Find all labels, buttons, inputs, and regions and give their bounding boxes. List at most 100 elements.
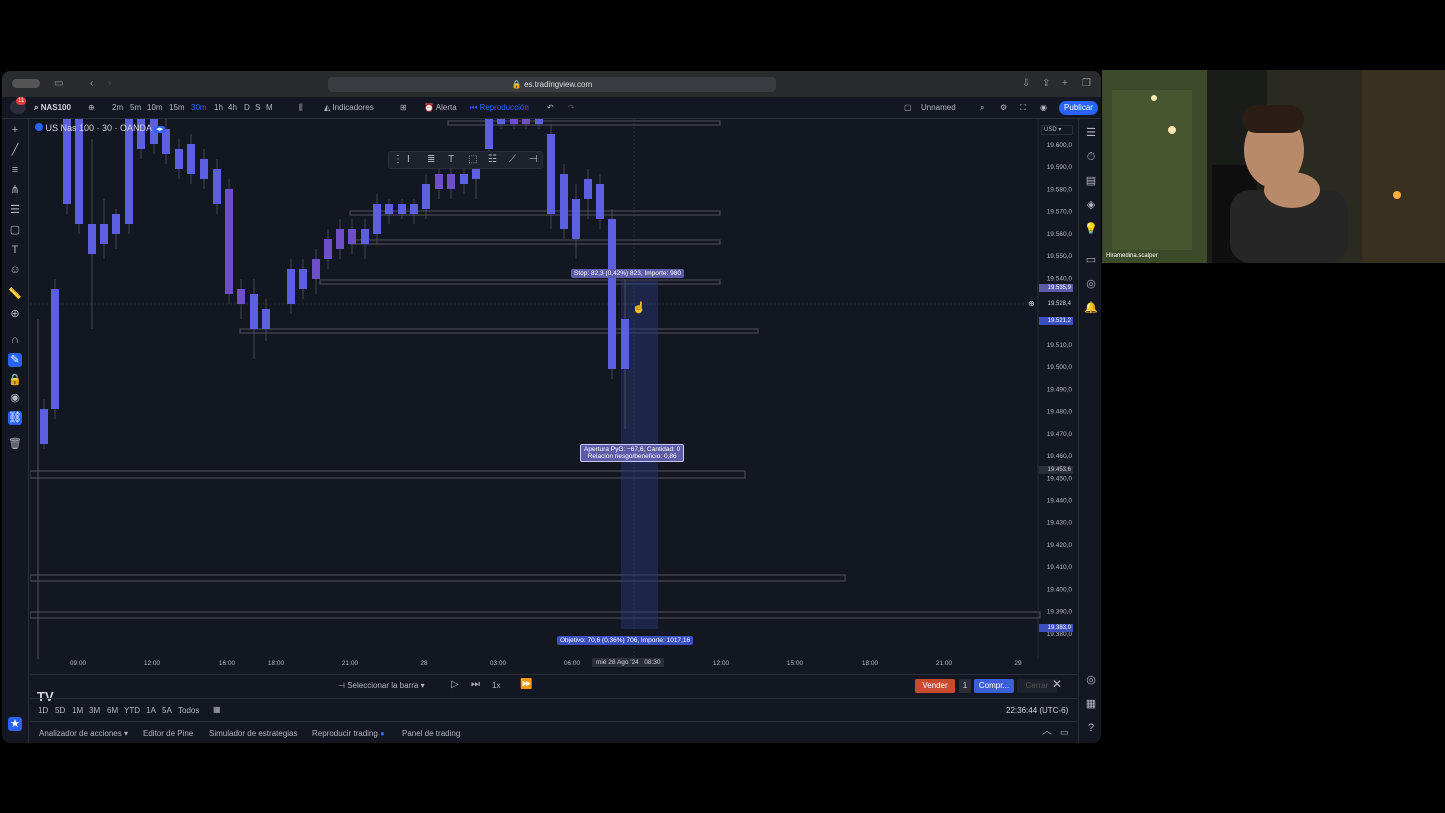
sell-button[interactable]: Vender <box>915 679 955 693</box>
collapse-panel-icon[interactable]: ︿ <box>1042 727 1052 737</box>
select-bar-button[interactable]: ⊣ Seleccionar la barra ▾ <box>338 681 425 691</box>
frame-icon[interactable]: ⬚ <box>468 154 477 165</box>
pitchfork-icon[interactable]: ⋔ <box>8 183 22 197</box>
speed-select[interactable]: 1x <box>492 681 500 691</box>
draw-mode-icon[interactable]: ✎ <box>8 353 22 367</box>
templates-icon[interactable]: ⊞ <box>400 102 407 114</box>
settings-icon[interactable]: ⚙ <box>1000 102 1007 114</box>
lock-icon[interactable]: 🔒 <box>8 373 22 387</box>
sidebar-toggle-icon[interactable]: ▭ <box>54 77 63 91</box>
favorites-icon[interactable]: ★ <box>8 717 22 731</box>
horizontal-lines-icon[interactable]: ≡ <box>8 163 22 177</box>
publish-button[interactable]: Publicar <box>1059 101 1098 115</box>
shapes-icon[interactable]: ▢ <box>8 223 22 237</box>
clock[interactable]: 22:36:44 (UTC-6) <box>1006 706 1068 716</box>
tf-10m[interactable]: 10m <box>147 102 163 114</box>
alerts-clock-icon[interactable]: ⏱ <box>1084 150 1098 164</box>
layers-icon[interactable]: ◈ <box>1084 198 1098 212</box>
range-all[interactable]: Todos <box>178 706 199 716</box>
new-tab-icon[interactable]: + <box>1062 77 1068 91</box>
tabs-overview-icon[interactable]: ❐ <box>1082 77 1091 91</box>
time-axis[interactable]: 09:00 12:00 16:00 18:00 21:00 28 03:00 06:00 12:… <box>70 660 1022 667</box>
tf-m[interactable]: M <box>266 102 273 114</box>
quantity-field[interactable]: 1 <box>959 679 971 693</box>
redo-icon[interactable]: ↷ <box>568 102 575 114</box>
layout-name[interactable]: Unnamed <box>921 102 956 114</box>
currency-select[interactable]: USD ▾ <box>1041 125 1073 135</box>
close-position-button[interactable]: Cerrar <box>1017 679 1057 693</box>
price-chart[interactable]: 19.600,0 19.590,0 19.580,0 19.570,0 19.560,0… <box>30 119 1077 721</box>
traffic-lights[interactable] <box>12 79 40 88</box>
stop-label[interactable]: Stop: 82,3 (0,42%) 823, Importe: 980 <box>571 269 684 278</box>
tf-d[interactable]: D <box>244 102 250 114</box>
line-style-icon[interactable]: ≣ <box>427 154 435 165</box>
alert-button[interactable]: ⏰ Alerta <box>424 102 457 114</box>
tf-4h[interactable]: 4h <box>228 102 237 114</box>
pencil-icon[interactable]: ⟋ <box>509 154 516 165</box>
text-icon[interactable]: T <box>8 243 22 257</box>
settings-lines-icon[interactable]: ☷ <box>488 154 497 165</box>
text-tool-icon[interactable]: T <box>448 154 454 165</box>
streams-icon[interactable]: ◎ <box>1084 277 1098 291</box>
tf-s[interactable]: S <box>255 102 260 114</box>
jump-to-realtime-icon[interactable]: ⏩ <box>520 680 532 690</box>
trendline-icon[interactable]: ╱ <box>8 143 22 157</box>
drag-handle-icon[interactable]: ⋮ <box>393 154 403 165</box>
compare-icon[interactable]: ⊕ <box>88 102 95 114</box>
ideas-icon[interactable]: 💡 <box>1084 222 1098 236</box>
tab-replay-trading[interactable]: Reproducir trading ● <box>312 729 385 739</box>
cursor-icon[interactable]: + <box>8 123 22 137</box>
range-1d[interactable]: 1D <box>38 706 48 716</box>
ruler-icon[interactable]: 📏 <box>8 287 22 301</box>
range-6m[interactable]: 6M <box>107 706 118 716</box>
tf-30m[interactable]: 30m <box>191 102 207 114</box>
target-label[interactable]: Objetivo: 70,6 (0,36%) 706, Importe: 101… <box>557 636 694 645</box>
chart-type-icon[interactable]: ⫼ <box>299 102 303 114</box>
range-1a[interactable]: 1A <box>146 706 156 716</box>
tf-2m[interactable]: 2m <box>112 102 123 114</box>
calendar-icon[interactable]: ▦ <box>1084 697 1098 711</box>
zoom-icon[interactable]: ⊕ <box>8 307 22 321</box>
step-forward-icon[interactable]: ⏭ <box>471 680 480 690</box>
symbol-search[interactable]: ⌕ NAS100 <box>34 102 71 114</box>
fib-icon[interactable]: ☰ <box>8 203 22 217</box>
goto-date-icon[interactable]: ▦ <box>213 705 221 715</box>
range-1m[interactable]: 1M <box>72 706 83 716</box>
play-icon[interactable]: ▷ <box>451 680 459 690</box>
target-icon[interactable]: ◎ <box>1084 673 1098 687</box>
more-icon[interactable]: ⊣ <box>529 154 538 165</box>
address-bar[interactable]: 🔒 es.tradingview.com <box>328 77 776 92</box>
range-5a[interactable]: 5A <box>162 706 172 716</box>
undo-icon[interactable]: ↶ <box>547 102 554 114</box>
back-icon[interactable]: ‹ <box>90 77 93 91</box>
tf-1h[interactable]: 1h <box>214 102 223 114</box>
pnl-label[interactable]: Apertura PyG: −67,6, Cantidad: 0 Relació… <box>580 444 685 462</box>
tab-stock-screener[interactable]: Analizador de acciones ▾ <box>39 729 128 739</box>
magnet-icon[interactable]: ∩ <box>8 333 22 347</box>
crosshair-plus-icon[interactable]: ⊕ <box>1028 300 1035 308</box>
buy-button[interactable]: Compr... <box>974 679 1014 693</box>
camera-icon[interactable]: ◉ <box>1040 102 1047 114</box>
notifications-icon[interactable]: 🔔 <box>1084 301 1098 315</box>
chat-icon[interactable]: ▭ <box>1084 253 1098 267</box>
fullscreen-icon[interactable]: ⛶ <box>1020 102 1026 114</box>
drawn-levels[interactable] <box>30 120 1041 619</box>
chart-area[interactable]: 19.600,0 19.590,0 19.580,0 19.570,0 19.560,0… <box>30 119 1077 721</box>
tf-15m[interactable]: 15m <box>169 102 185 114</box>
eye-icon[interactable]: ◉ <box>8 391 22 405</box>
link-icon[interactable]: ⛓ <box>8 411 22 425</box>
symbol-legend[interactable]: US Nas 100 · 30 · OANDA ◂▸ <box>35 123 166 133</box>
emoji-icon[interactable]: ☺ <box>8 263 22 277</box>
price-axis[interactable]: 19.600,0 19.590,0 19.580,0 19.570,0 19.560,0… <box>1047 142 1073 638</box>
maximize-panel-icon[interactable]: ▭ <box>1060 727 1069 737</box>
watchlist-icon[interactable]: ☰ <box>1084 126 1098 140</box>
range-ytd[interactable]: YTD <box>124 706 140 716</box>
tab-pine-editor[interactable]: Editor de Pine <box>143 729 193 739</box>
tf-5m[interactable]: 5m <box>130 102 141 114</box>
replay-button[interactable]: ⏮ Reproducción <box>470 102 529 114</box>
tab-trading-panel[interactable]: Panel de trading <box>402 729 460 739</box>
help-icon[interactable]: ? <box>1084 721 1098 735</box>
download-icon[interactable]: ⇩ <box>1022 77 1030 91</box>
range-5d[interactable]: 5D <box>55 706 65 716</box>
share-icon[interactable]: ⇪ <box>1042 77 1050 91</box>
